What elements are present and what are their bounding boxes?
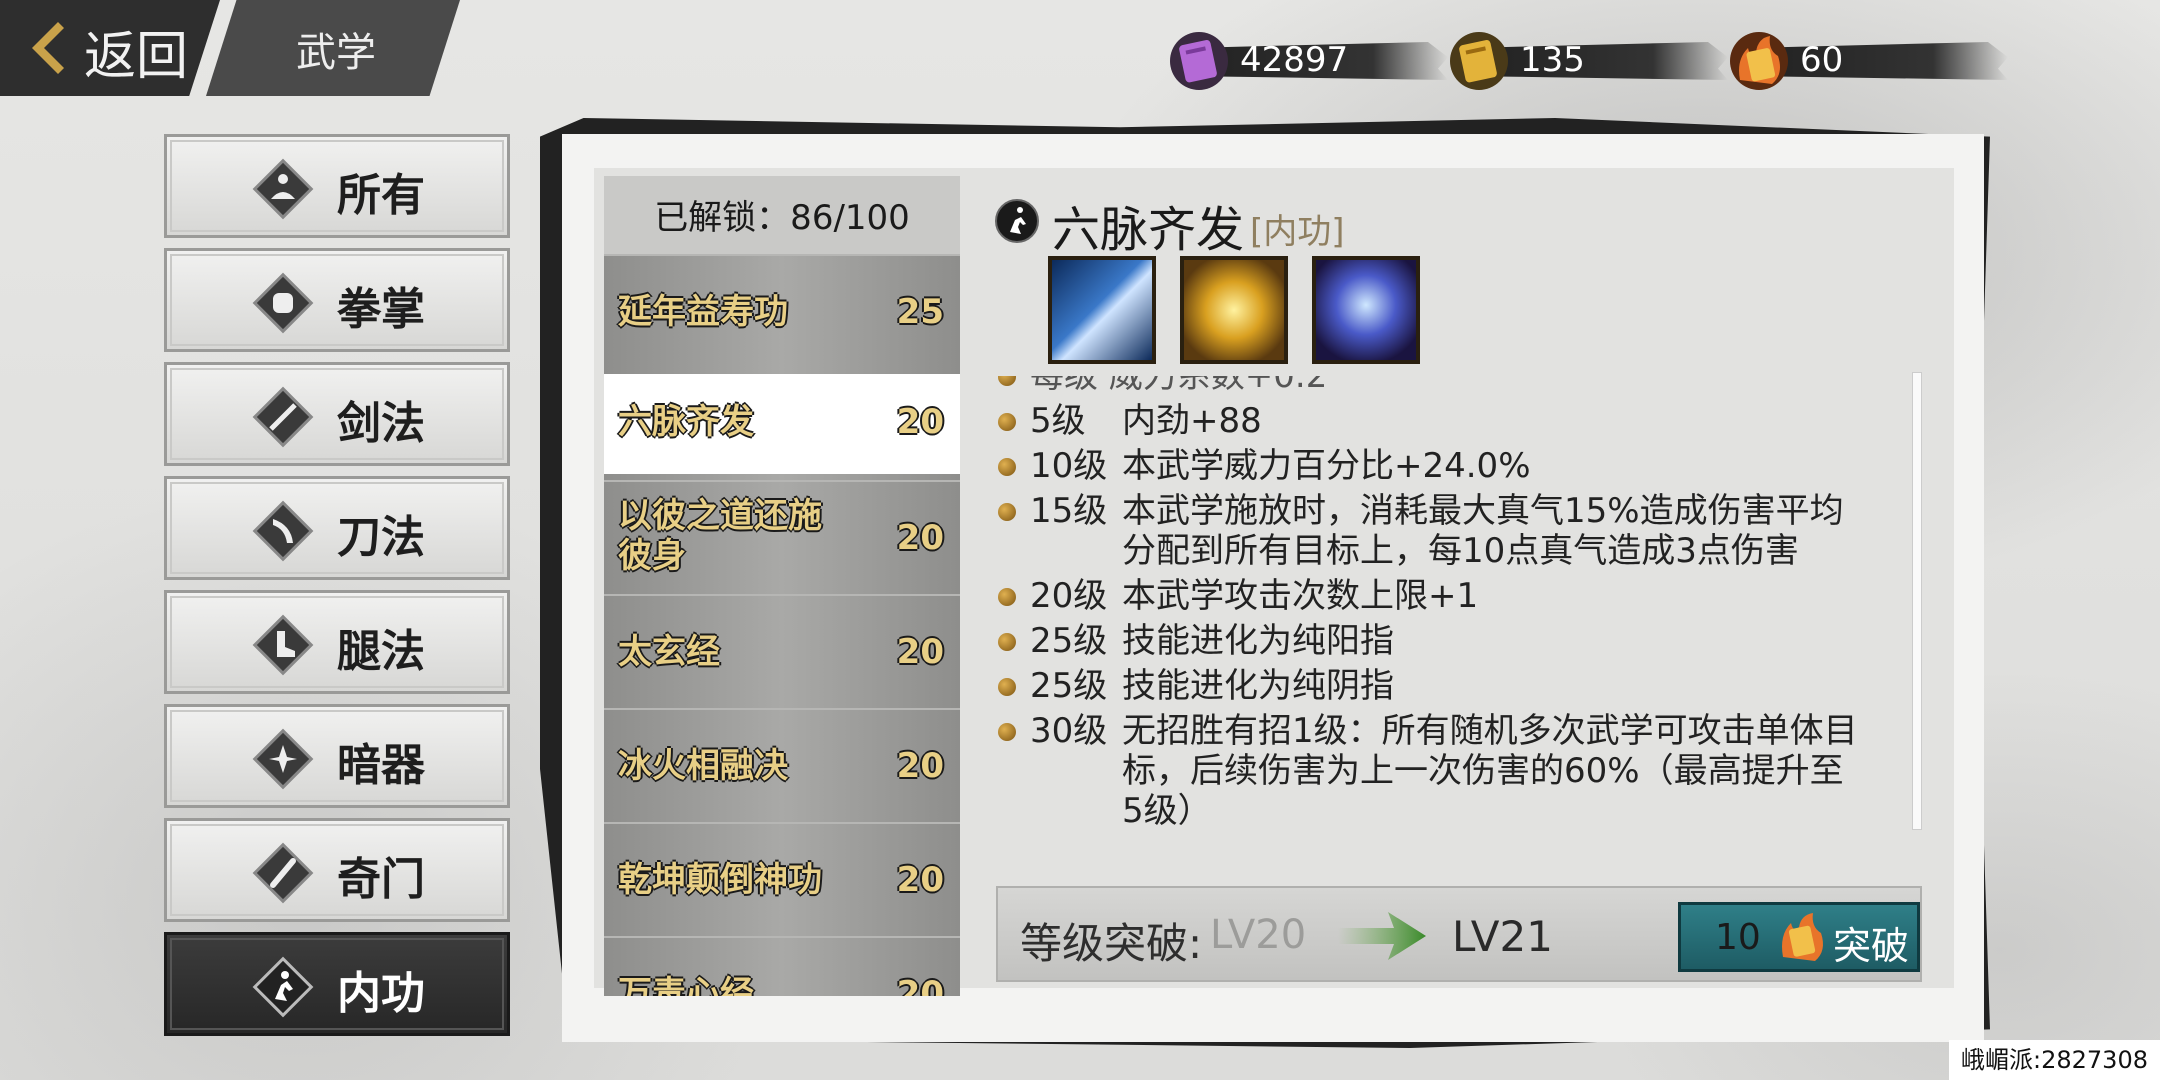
category-label: 腿法 xyxy=(337,626,425,677)
shuriken-icon xyxy=(252,728,314,790)
category-fist[interactable]: 拳掌 xyxy=(164,248,510,352)
category-label: 奇门 xyxy=(337,854,425,905)
skill-name: 冰火相融决 xyxy=(618,746,788,786)
sword-icon xyxy=(252,386,314,448)
breakthrough-cost: 10 xyxy=(1715,917,1761,958)
category-inner-power[interactable]: 内功 xyxy=(164,932,510,1036)
skill-level: 25 xyxy=(896,292,944,332)
category-label: 拳掌 xyxy=(337,284,425,335)
inner-power-icon xyxy=(252,956,314,1018)
server-watermark: 峨嵋派:2827308 xyxy=(1949,1040,2160,1080)
top-bar: 武学 返回 xyxy=(0,0,460,96)
currency-fire: 60 xyxy=(1728,30,2008,90)
effect-row-partial: 每级 威力系数+0.2 xyxy=(996,376,1876,396)
effect-row: 25级 技能进化为纯阴指 xyxy=(996,666,1876,706)
skill-name: 六脉齐发 xyxy=(618,402,754,442)
category-sword[interactable]: 剑法 xyxy=(164,362,510,466)
ice-shard-move-icon[interactable] xyxy=(1048,256,1156,364)
skill-item-selected[interactable]: 六脉齐发 20 xyxy=(604,374,960,474)
purple-scroll-icon xyxy=(1170,32,1228,90)
effect-row: 25级 技能进化为纯阳指 xyxy=(996,621,1876,661)
skill-level: 20 xyxy=(896,974,944,996)
effect-row: 5级 内劲+88 xyxy=(996,401,1876,441)
currency-value: 135 xyxy=(1520,40,1585,80)
kick-icon xyxy=(252,614,314,676)
category-label: 所有 xyxy=(337,170,425,221)
skill-item[interactable]: 冰火相融决 20 xyxy=(604,708,960,822)
effect-row: 30级 无招胜有招1级：所有随机多次武学可攻击单体目标，后续伤害为上一次伤害的60… xyxy=(996,711,1876,826)
breakthrough-button[interactable]: 10 突破 xyxy=(1678,902,1920,972)
blade-icon xyxy=(252,500,314,562)
effect-row: 15级 本武学施放时，消耗最大真气15%造成伤害平均分配到所有目标上，每10点真气… xyxy=(996,491,1876,571)
category-label: 剑法 xyxy=(337,398,425,449)
section-title: 武学 xyxy=(296,30,376,76)
skill-name: 延年益寿功 xyxy=(618,292,788,332)
skill-item[interactable]: 乾坤颠倒神功 20 xyxy=(604,822,960,936)
chevron-left-icon xyxy=(32,22,64,74)
golden-palm-move-icon[interactable] xyxy=(1180,256,1288,364)
currency-value: 60 xyxy=(1800,40,1844,80)
skill-level: 20 xyxy=(896,746,944,786)
back-label: 返回 xyxy=(84,27,189,87)
skill-name: 乾坤颠倒神功 xyxy=(618,860,822,900)
category-label: 刀法 xyxy=(337,512,425,563)
skill-name: 万毒心经 xyxy=(618,974,754,996)
skill-level: 20 xyxy=(896,518,944,558)
skill-item[interactable]: 太玄经 20 xyxy=(604,594,960,708)
category-label: 暗器 xyxy=(337,740,425,791)
skill-item[interactable]: 延年益寿功 25 xyxy=(604,254,960,368)
section-tab: 武学 xyxy=(206,0,460,96)
effects-list[interactable]: 每级 威力系数+0.2 5级 内劲+88 10级 本武学威力百分比+24.0% 15… xyxy=(996,376,1876,826)
inner-power-icon xyxy=(995,199,1039,243)
fire-scroll-icon xyxy=(1782,913,1823,961)
category-kick[interactable]: 腿法 xyxy=(164,590,510,694)
current-level: LV20 xyxy=(1210,912,1307,958)
skill-level: 20 xyxy=(896,402,944,442)
next-level: LV21 xyxy=(1452,912,1553,961)
blue-palm-move-icon[interactable] xyxy=(1312,256,1420,364)
breakthrough-label: 等级突破: xyxy=(1020,919,1203,968)
skill-name: 以彼之道还施 彼身 xyxy=(618,496,822,576)
unlocked-count: 已解锁：86/100 xyxy=(654,198,910,238)
gold-scroll-icon xyxy=(1450,32,1508,90)
category-all[interactable]: 所有 xyxy=(164,134,510,238)
effects-scrollbar[interactable] xyxy=(1912,372,1922,830)
category-label: 内功 xyxy=(337,968,425,1019)
currency-gold: 135 xyxy=(1448,30,1728,90)
skill-item[interactable]: 万毒心经 20 xyxy=(604,936,960,996)
category-blade[interactable]: 刀法 xyxy=(164,476,510,580)
skill-level: 20 xyxy=(896,860,944,900)
effect-row: 10级 本武学威力百分比+24.0% xyxy=(996,446,1876,486)
category-hidden-weapon[interactable]: 暗器 xyxy=(164,704,510,808)
skill-title: 六脉齐发 xyxy=(1052,202,1245,258)
skill-list[interactable]: 已解锁：86/100 延年益寿功 25 六脉齐发 20 以彼之道还施 彼身 20… xyxy=(604,176,960,996)
back-button[interactable]: 返回 xyxy=(0,0,220,96)
fire-scroll-icon xyxy=(1730,32,1788,90)
category-exotic[interactable]: 奇门 xyxy=(164,818,510,922)
currency-purple: 42897 xyxy=(1168,30,1448,90)
effect-row: 20级 本武学攻击次数上限+1 xyxy=(996,576,1876,616)
arrow-right-icon xyxy=(1338,912,1426,960)
fist-icon xyxy=(252,272,314,334)
skill-name: 太玄经 xyxy=(618,632,720,672)
skill-level: 20 xyxy=(896,632,944,672)
skill-item[interactable]: 以彼之道还施 彼身 20 xyxy=(604,480,960,594)
currency-value: 42897 xyxy=(1240,40,1349,80)
staff-icon xyxy=(252,842,314,904)
meditation-icon xyxy=(252,158,314,220)
skill-type: [内功] xyxy=(1250,212,1345,252)
breakthrough-button-label: 突破 xyxy=(1833,924,1910,968)
